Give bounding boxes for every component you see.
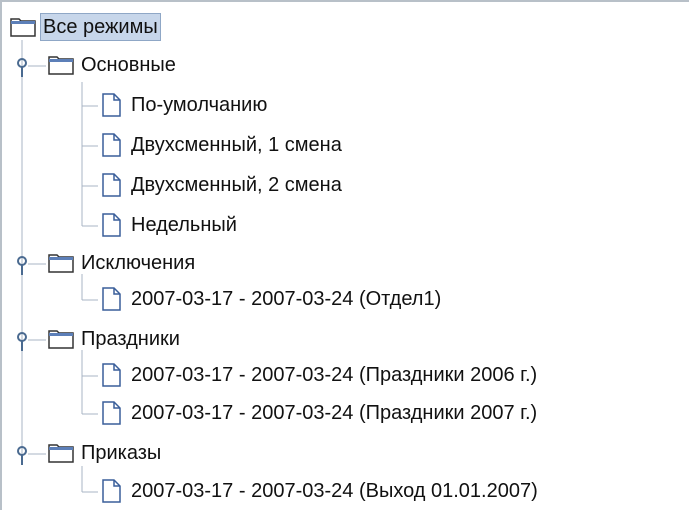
tree-group-label: Праздники [81,328,180,350]
tree-item[interactable]: 2007-03-17 - 2007-03-24 (Праздники 2006 … [98,360,540,390]
tree-item[interactable]: 2007-03-17 - 2007-03-24 (Отдел1) [98,284,444,314]
tree-item[interactable]: 2007-03-17 - 2007-03-24 (Праздники 2007 … [98,398,540,428]
tree-root[interactable]: Все режимы [10,12,161,42]
tree-item[interactable]: Двухсменный, 2 смена [98,170,345,200]
tree-item-label: Двухсменный, 1 смена [131,134,342,156]
tree-item-label: По-умолчанию [131,94,268,116]
tree-item-label: 2007-03-17 - 2007-03-24 (Праздники 2007 … [131,402,538,424]
document-icon [98,478,124,504]
document-icon [98,362,124,388]
document-icon [98,132,124,158]
document-icon [98,92,124,118]
collapse-handle-icon[interactable] [15,57,29,79]
tree-item-label: 2007-03-17 - 2007-03-24 (Отдел1) [131,288,442,310]
document-icon [98,212,124,238]
tree-group-label: Исключения [81,252,196,274]
folder-icon [48,52,74,78]
tree-group-exceptions[interactable]: Исключения [48,248,198,278]
tree-item[interactable]: Недельный [98,210,240,240]
document-icon [98,286,124,312]
tree-item-label: 2007-03-17 - 2007-03-24 (Праздники 2006 … [131,364,538,386]
tree-item-label: Двухсменный, 2 смена [131,174,342,196]
tree-item-label: 2007-03-17 - 2007-03-24 (Выход 01.01.200… [131,480,538,502]
folder-icon [10,14,36,40]
tree-group-main[interactable]: Основные [48,50,179,80]
collapse-handle-icon[interactable] [15,331,29,353]
modes-tree[interactable]: Все режимы Основные По-умолчанию Двухсме… [0,0,689,510]
tree-group-label: Основные [81,54,176,76]
collapse-handle-icon[interactable] [15,255,29,277]
folder-icon [48,326,74,352]
folder-icon [48,250,74,276]
document-icon [98,172,124,198]
tree-item[interactable]: По-умолчанию [98,90,270,120]
tree-group-holidays[interactable]: Праздники [48,324,183,354]
tree-item-label: Недельный [131,214,237,236]
folder-icon [48,440,74,466]
tree-item[interactable]: 2007-03-17 - 2007-03-24 (Выход 01.01.200… [98,476,541,506]
tree-root-label[interactable]: Все режимы [40,13,161,41]
tree-item[interactable]: Двухсменный, 1 смена [98,130,345,160]
collapse-handle-icon[interactable] [15,445,29,467]
document-icon [98,400,124,426]
tree-group-orders[interactable]: Приказы [48,438,164,468]
tree-group-label: Приказы [81,442,162,464]
